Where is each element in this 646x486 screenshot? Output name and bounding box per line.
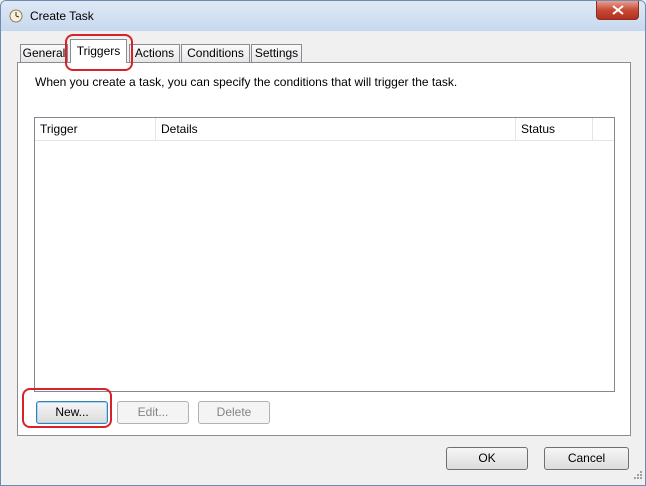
- delete-button-label: Delete: [216, 405, 252, 419]
- window-title: Create Task: [30, 9, 94, 23]
- column-header-details[interactable]: Details: [156, 118, 516, 140]
- task-scheduler-clock-icon: [9, 9, 23, 23]
- triggers-tab-highlight: [65, 34, 133, 71]
- ok-button[interactable]: OK: [446, 447, 528, 470]
- new-button-highlight: [22, 388, 112, 428]
- close-button[interactable]: [596, 1, 639, 20]
- column-header-trigger[interactable]: Trigger: [35, 118, 156, 140]
- tab-general[interactable]: General: [20, 44, 68, 62]
- tab-settings[interactable]: Settings: [251, 44, 302, 62]
- close-icon: [612, 5, 624, 15]
- tab-conditions[interactable]: Conditions: [181, 44, 250, 62]
- triggers-list[interactable]: Trigger Details Status: [34, 117, 615, 392]
- triggers-description: When you create a task, you can specify …: [35, 75, 458, 89]
- column-header-status[interactable]: Status: [516, 118, 593, 140]
- edit-trigger-button[interactable]: Edit...: [117, 401, 189, 424]
- tab-actions[interactable]: Actions: [129, 44, 180, 62]
- resize-grip-icon[interactable]: [633, 469, 643, 483]
- title-bar[interactable]: Create Task: [1, 1, 645, 31]
- cancel-button[interactable]: Cancel: [544, 447, 629, 470]
- edit-button-label: Edit...: [137, 405, 169, 419]
- list-header: Trigger Details Status: [35, 118, 614, 141]
- create-task-window: Create Task General Triggers Actions Con…: [0, 0, 646, 486]
- delete-trigger-button[interactable]: Delete: [198, 401, 270, 424]
- triggers-tab-panel: When you create a task, you can specify …: [17, 62, 631, 436]
